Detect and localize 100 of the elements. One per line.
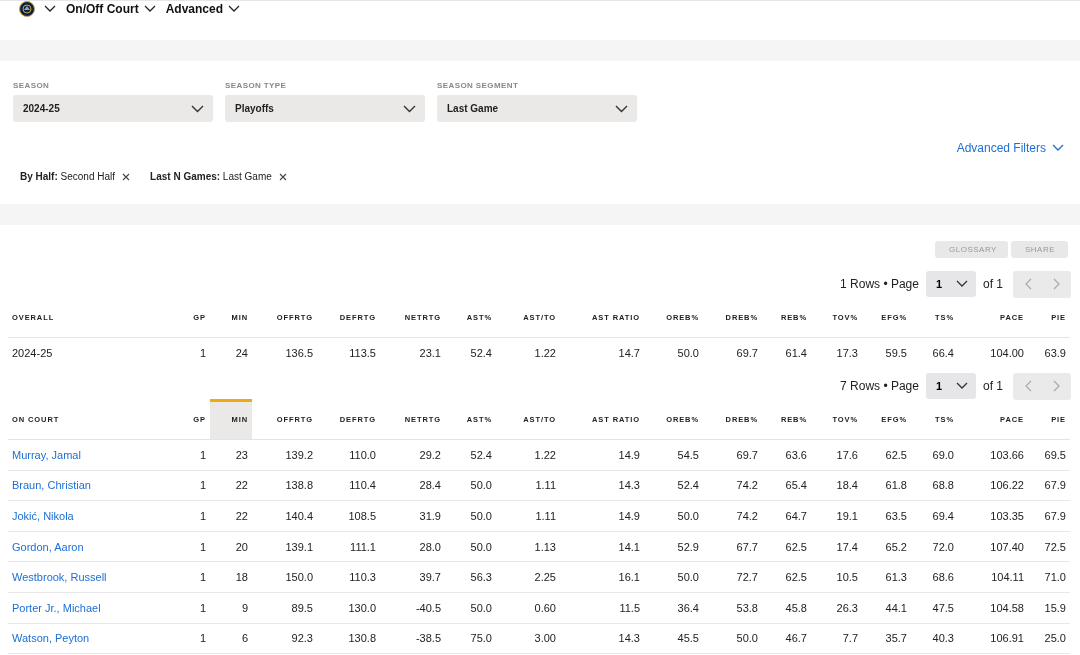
stat-cell: 106.22 [990,479,1024,492]
stat-cell: 65.4 [785,479,807,492]
stat-cell: 50.0 [470,510,492,522]
stat-cell: 40.3 [932,632,954,645]
stat-cell: 64.7 [785,510,807,522]
stat-cell: 28.0 [419,540,441,553]
stat-cell: 6 [241,632,248,645]
stat-cell: 23 [235,448,248,461]
stat-cell: 68.6 [932,571,954,584]
stat-cell: 61.4 [785,347,807,359]
stat-cell: 104.11 [991,571,1024,584]
filter-dropdown[interactable]: 2024-25 [13,95,213,122]
stat-cell: 1.11 [535,479,556,492]
page-count-label: of 1 [983,379,1003,393]
stat-cell: 46.7 [785,632,807,645]
stat-cell: 68.8 [932,479,954,492]
stat-cell: 1 [199,601,206,614]
player-link[interactable]: Gordon, Aaron [12,540,84,553]
stat-cell: 62.5 [785,571,807,584]
chevron-right-icon [1052,380,1061,392]
stat-cell: 9 [241,601,248,614]
stat-cell: 1 [199,347,206,359]
stat-cell: 63.6 [785,448,807,461]
stat-cell: -38.5 [415,632,441,645]
stat-cell: 52.9 [677,540,699,553]
stat-cell: 138.8 [285,479,313,492]
stat-cell: 45.8 [785,601,807,614]
filter-dropdown[interactable]: Playoffs [225,95,425,122]
stat-cell: 45.5 [677,632,699,645]
stat-cell: 16.1 [618,571,640,584]
page-count-label: of 1 [983,277,1003,291]
stat-cell: 65.2 [885,540,907,553]
stat-cell: 18.4 [836,479,858,492]
stat-cell: 47.5 [932,601,954,614]
stat-cell: 139.2 [285,448,313,461]
stat-cell: 2.25 [534,571,556,584]
stat-cell: 23.1 [419,347,441,359]
stat-cell: 14.9 [618,510,640,522]
stat-cell: 14.3 [618,632,640,645]
stat-cell: 107.40 [990,540,1024,553]
page-dropdown[interactable]: 1 [926,373,976,399]
stat-cell: 17.4 [836,540,858,553]
stat-cell: 113.5 [349,347,376,359]
stat-cell: 50.0 [470,479,492,492]
stat-cell: 110.4 [349,479,376,492]
stat-cell: 69.4 [932,510,954,522]
stat-cell: 1.13 [534,540,556,553]
stat-cell: 50.0 [736,632,758,645]
stat-cell: 130.8 [348,632,376,645]
player-link[interactable]: Porter Jr., Michael [12,601,101,614]
player-link[interactable]: Jokić, Nikola [12,510,74,522]
chevron-down-icon [191,104,204,113]
player-link[interactable]: Braun, Christian [12,479,91,492]
stat-cell: 89.5 [291,601,313,614]
rows-per-page-label: 1 Rows • Page [840,277,919,291]
close-icon[interactable] [122,172,131,181]
stat-cell: 0.60 [534,601,556,614]
player-link[interactable]: Westbrook, Russell [12,571,107,584]
stat-cell: 104.00 [990,347,1024,359]
chevron-down-icon [228,5,240,13]
page-dropdown[interactable]: 1 [926,271,976,297]
stat-cell: 50.0 [677,510,699,522]
chevron-down-icon[interactable] [44,5,56,13]
nav-dropdown[interactable]: Advanced [165,2,240,16]
stat-cell: 69.7 [736,347,758,359]
stat-cell: 67.9 [1044,479,1066,492]
chevron-down-icon [143,5,156,13]
stat-cell: 72.7 [736,571,758,584]
stat-cell: 106.91 [990,632,1024,645]
stat-cell: 50.0 [470,601,492,614]
stat-cell: 1 [199,571,206,584]
stat-cell: 22 [235,510,248,522]
stat-cell: 63.5 [885,510,907,522]
stat-cell: 61.3 [885,571,907,584]
filter-label: SEASON TYPE [225,81,288,90]
stat-cell: 74.2 [736,479,758,492]
chevron-down-icon [956,280,968,288]
stat-cell: 25.0 [1044,632,1066,645]
stat-cell: 130.0 [348,601,376,614]
stat-cell: 1.22 [534,448,556,461]
stat-cell: 15.9 [1044,601,1066,614]
chevron-left-icon [1023,278,1032,290]
nav-dropdown[interactable]: On/Off Court [66,2,156,16]
stat-cell: 66.4 [932,347,954,359]
stat-cell: 140.4 [285,510,313,522]
stat-cell: 72.0 [932,540,954,553]
stat-cell: 1 [199,448,206,461]
filter-dropdown[interactable]: Last Game [437,95,637,122]
stat-cell: 103.35 [990,510,1024,522]
close-icon[interactable] [278,172,287,181]
player-link[interactable]: Watson, Peyton [12,632,90,645]
team-logo-icon[interactable] [19,1,35,17]
stat-cell: 36.4 [677,601,699,614]
chevron-down-icon [615,104,628,113]
chevron-down-icon [1052,144,1064,152]
stat-cell: 31.9 [419,510,441,522]
stat-cell: 28.4 [419,479,441,492]
player-link[interactable]: Murray, Jamal [12,448,81,461]
stat-cell: 1.11 [535,510,556,522]
advanced-filters-link[interactable]: Advanced Filters [956,141,1064,155]
